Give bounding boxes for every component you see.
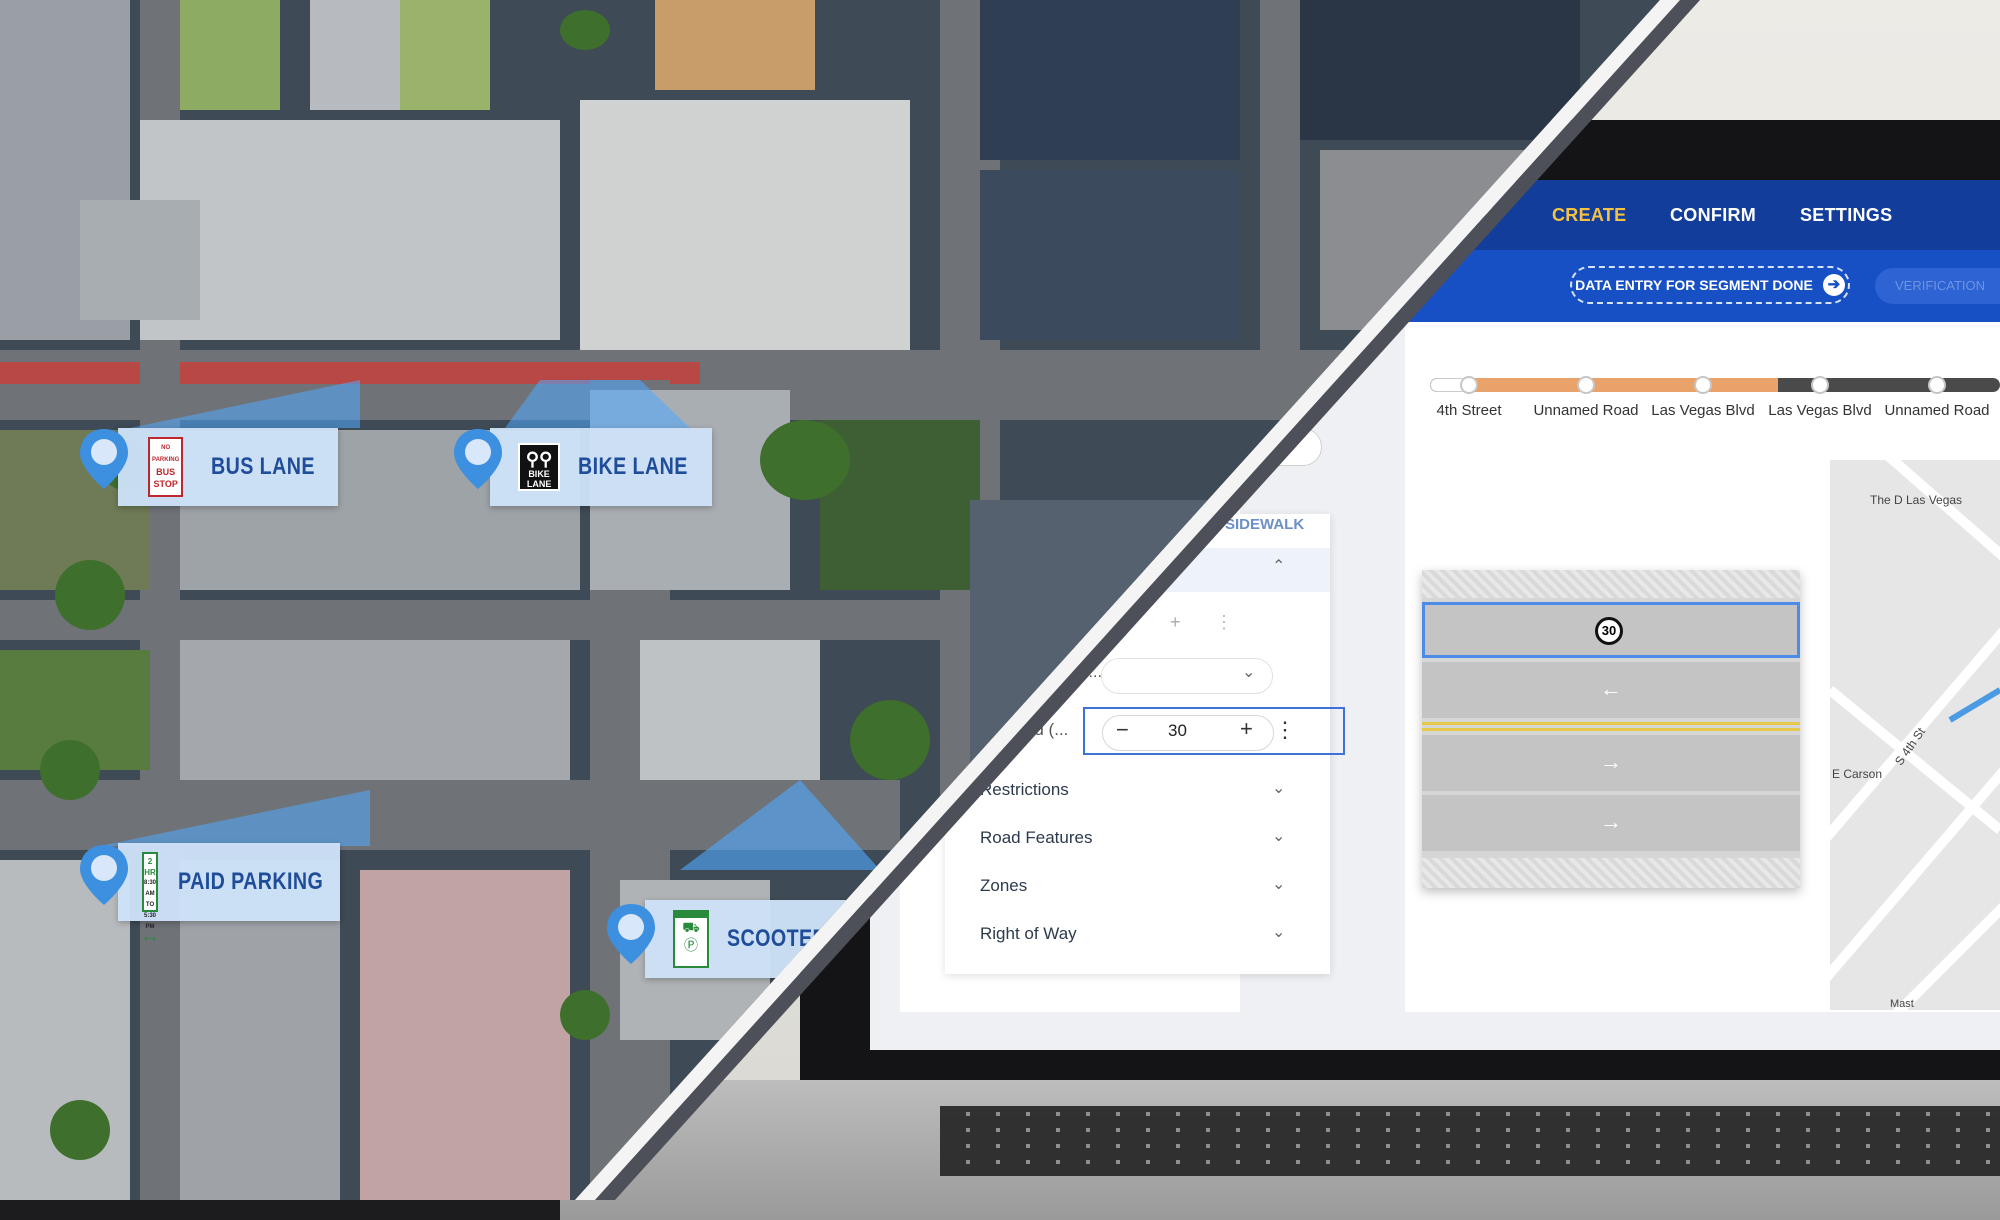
diagonal-divider (575, 0, 1700, 1200)
